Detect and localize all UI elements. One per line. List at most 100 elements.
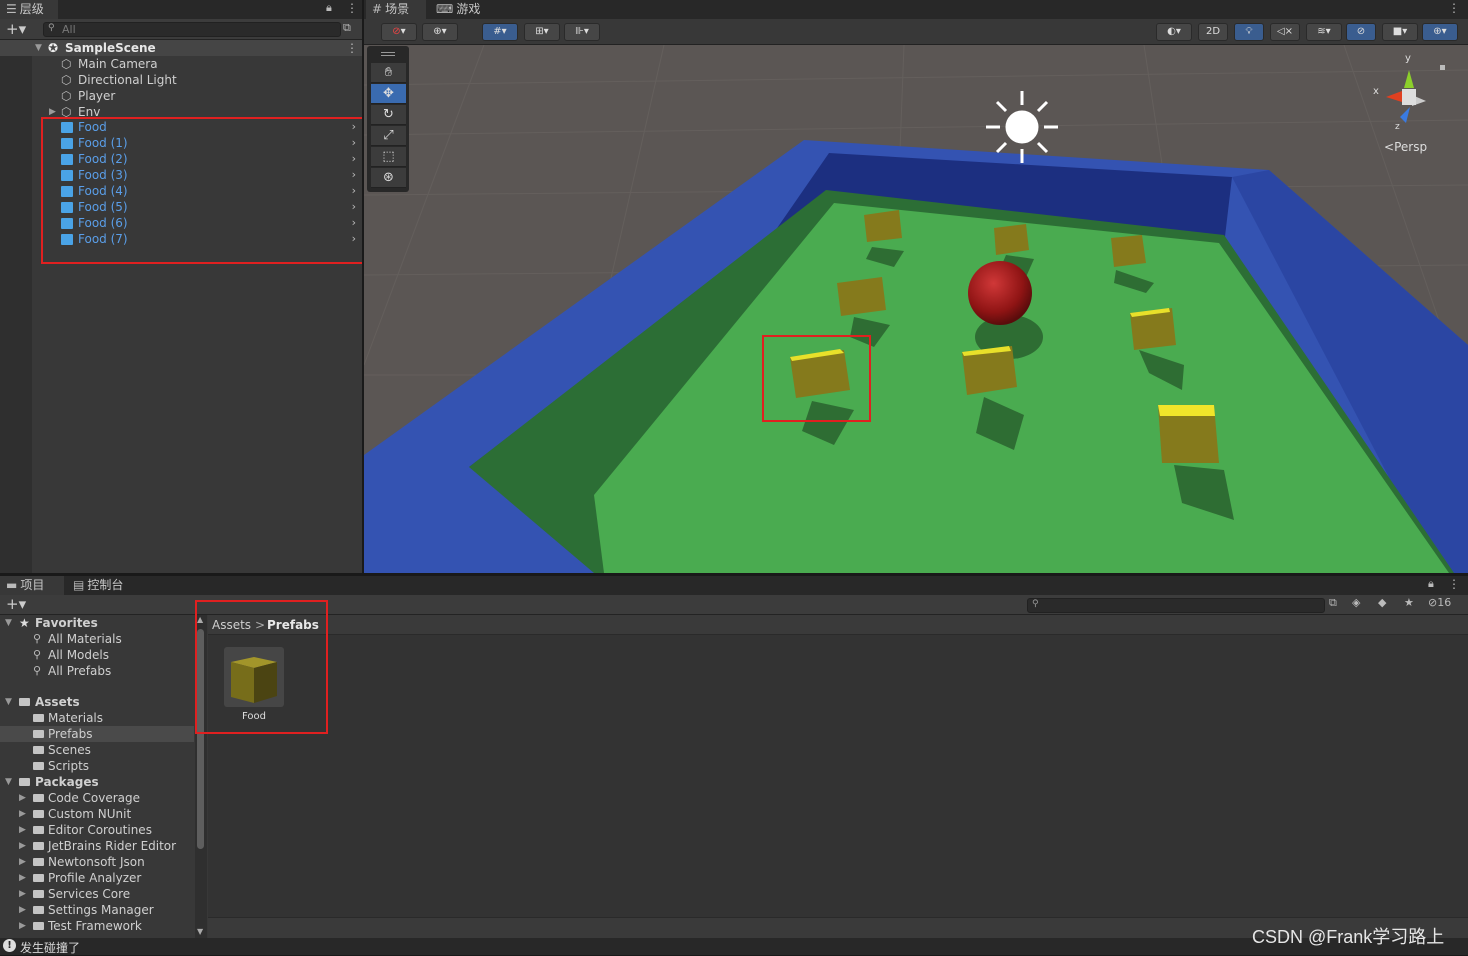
kebab-menu-icon[interactable]: ⋮ — [1448, 1, 1460, 15]
scroll-down-icon[interactable]: ▼ — [197, 927, 203, 936]
lighting-button[interactable]: 💡︎ — [1234, 23, 1264, 41]
scale-tool[interactable]: ⤢ — [371, 126, 406, 146]
gizmo-z-label[interactable]: z — [1395, 122, 1400, 132]
rect-tool[interactable]: ⬚ — [371, 147, 406, 167]
hierarchy-item[interactable]: ⬡ Player — [0, 88, 362, 104]
move-tool[interactable]: ✥ — [371, 84, 406, 104]
tools-grip[interactable] — [381, 52, 395, 56]
gizmos-button[interactable]: ⊕▾ — [1422, 23, 1458, 41]
collapse-arrow-icon[interactable]: ▼ — [5, 615, 12, 631]
hidden-objects-button[interactable]: ⊘ — [1346, 23, 1376, 41]
package-folder[interactable]: ▶ Settings Manager — [0, 902, 194, 918]
asset-folder-selected[interactable]: Prefabs — [0, 726, 194, 742]
expand-arrow-icon[interactable]: ▶ — [19, 806, 26, 822]
collapse-arrow-icon[interactable]: ▼ — [5, 694, 12, 710]
tab-game[interactable]: ⌨ 游戏 — [430, 0, 490, 19]
asset-folder[interactable]: Materials — [0, 710, 194, 726]
view-options-button[interactable]: ◐▾ — [1156, 23, 1192, 41]
filter-label-icon[interactable]: ◆ — [1378, 596, 1386, 609]
scene-row[interactable]: ▼ ✪ SampleScene ⋮ — [0, 40, 362, 56]
scene-viewport[interactable]: y x z <Persp — [364, 45, 1468, 573]
filter-type-icon[interactable]: ◈ — [1352, 596, 1360, 609]
hidden-packages-toggle[interactable]: ⊘16 — [1428, 596, 1451, 609]
rotate-tool[interactable]: ↻ — [371, 105, 406, 125]
package-folder[interactable]: ▶ Editor Coroutines — [0, 822, 194, 838]
expand-arrow-icon[interactable]: ▶ — [49, 104, 56, 117]
lock-icon[interactable]: 🔒︎ — [1428, 577, 1434, 591]
list-icon: ☰ — [6, 2, 17, 16]
package-folder[interactable]: ▶ Custom NUnit — [0, 806, 194, 822]
folder-icon — [33, 906, 44, 914]
add-button[interactable]: +▾ — [6, 595, 26, 613]
toggle-2d-button[interactable]: 2D — [1198, 23, 1228, 41]
package-folder[interactable]: ▶ Services Core — [0, 886, 194, 902]
gizmo-y-label[interactable]: y — [1405, 53, 1411, 64]
project-search-input[interactable]: ⚲ — [1027, 598, 1325, 613]
folder-icon — [33, 842, 44, 850]
open-folder-icon — [19, 698, 30, 706]
watermark: CSDN @Frank学习路上 — [1252, 927, 1445, 947]
hierarchy-item[interactable]: ⬡ Directional Light — [0, 72, 362, 88]
player-ball — [968, 261, 1032, 325]
expand-arrow-icon[interactable]: ▶ — [19, 854, 26, 870]
transform-tool[interactable]: ⊛ — [371, 168, 406, 188]
draw-mode-button[interactable]: ⊘▾ — [381, 23, 417, 41]
snap-grid-button[interactable]: #▾ — [482, 23, 518, 41]
hierarchy-search-input[interactable]: ⚲ All — [43, 22, 341, 37]
globe-icon: ⊕ — [433, 26, 442, 37]
expand-arrow-icon[interactable]: ▼ — [35, 40, 42, 56]
scene-menu-icon[interactable]: ⋮ — [346, 40, 358, 56]
hand-tool[interactable]: ✋︎ — [371, 63, 406, 83]
packages-header[interactable]: ▼ Packages — [0, 774, 194, 790]
collapse-arrow-icon[interactable]: ▼ — [5, 774, 12, 790]
hierarchy-panel: ☰ 层级 🔒︎ ⋮ +▾ ⚲ All ⧉ ▼ ✪ SampleScene ⋮ ⬡ … — [0, 0, 365, 573]
search-scope-icon[interactable]: ⧉ — [343, 21, 351, 35]
hierarchy-item[interactable]: ⬡ Main Camera — [0, 56, 362, 72]
tab-console[interactable]: ▤ 控制台 — [67, 576, 137, 595]
asset-folder[interactable]: Scripts — [0, 758, 194, 774]
package-folder[interactable]: ▶ Test Framework — [0, 918, 194, 934]
favorites-header[interactable]: ▼ ★ Favorites — [0, 615, 194, 631]
search-scope-icon[interactable]: ⧉ — [1329, 596, 1337, 610]
status-message[interactable]: 发生碰撞了 — [20, 939, 80, 956]
rotate-icon: ↻ — [383, 107, 394, 122]
kebab-menu-icon[interactable]: ⋮ — [1448, 577, 1460, 591]
gameobject-icon: ⬡ — [61, 73, 72, 87]
shading-button[interactable]: ⊕▾ — [422, 23, 458, 41]
kebab-menu-icon[interactable]: ⋮ — [346, 1, 358, 15]
gizmo-x-label[interactable]: x — [1373, 86, 1379, 97]
expand-arrow-icon[interactable]: ▶ — [19, 790, 26, 806]
package-folder[interactable]: ▶ Profile Analyzer — [0, 870, 194, 886]
audio-button[interactable]: ◁× — [1270, 23, 1300, 41]
persp-toggle[interactable]: <Persp — [1384, 140, 1427, 154]
expand-arrow-icon[interactable]: ▶ — [19, 886, 26, 902]
increment-snap-button[interactable]: ⊞▾ — [524, 23, 560, 41]
camera-button[interactable]: ■▾ — [1382, 23, 1418, 41]
effects-button[interactable]: ≋▾ — [1306, 23, 1342, 41]
hierarchy-item[interactable]: ▶ ⬡ Env — [0, 104, 362, 117]
gameobject-icon: ⬡ — [61, 89, 72, 103]
tab-project[interactable]: ▬ 项目 — [0, 576, 64, 595]
expand-arrow-icon[interactable]: ▶ — [19, 870, 26, 886]
expand-arrow-icon[interactable]: ▶ — [19, 902, 26, 918]
lock-icon[interactable]: 🔒︎ — [326, 1, 332, 15]
package-folder[interactable]: ▶ Newtonsoft Json — [0, 854, 194, 870]
favorite-star-icon[interactable]: ★ — [1404, 596, 1414, 609]
package-folder[interactable]: ▶ Code Coverage — [0, 790, 194, 806]
rect-transform-icon: ⬚ — [382, 149, 395, 164]
expand-arrow-icon[interactable]: ▶ — [19, 838, 26, 854]
expand-arrow-icon[interactable]: ▶ — [19, 918, 26, 934]
tab-hierarchy[interactable]: ☰ 层级 — [0, 0, 58, 19]
favorite-item[interactable]: ⚲ All Materials — [0, 631, 194, 647]
favorite-item[interactable]: ⚲ All Prefabs — [0, 663, 194, 679]
package-folder[interactable]: ▶ JetBrains Rider Editor — [0, 838, 194, 854]
folder-icon — [33, 794, 44, 802]
expand-arrow-icon[interactable]: ▶ — [19, 822, 26, 838]
ruler-button[interactable]: ⊪▾ — [564, 23, 600, 41]
tab-scene[interactable]: # 场景 — [366, 0, 426, 19]
asset-folder[interactable]: Scenes — [0, 742, 194, 758]
favorite-item[interactable]: ⚲ All Models — [0, 647, 194, 663]
unity-scene-icon: ✪ — [48, 41, 59, 55]
add-button[interactable]: +▾ — [6, 20, 26, 38]
assets-header[interactable]: ▼ Assets — [0, 694, 194, 710]
